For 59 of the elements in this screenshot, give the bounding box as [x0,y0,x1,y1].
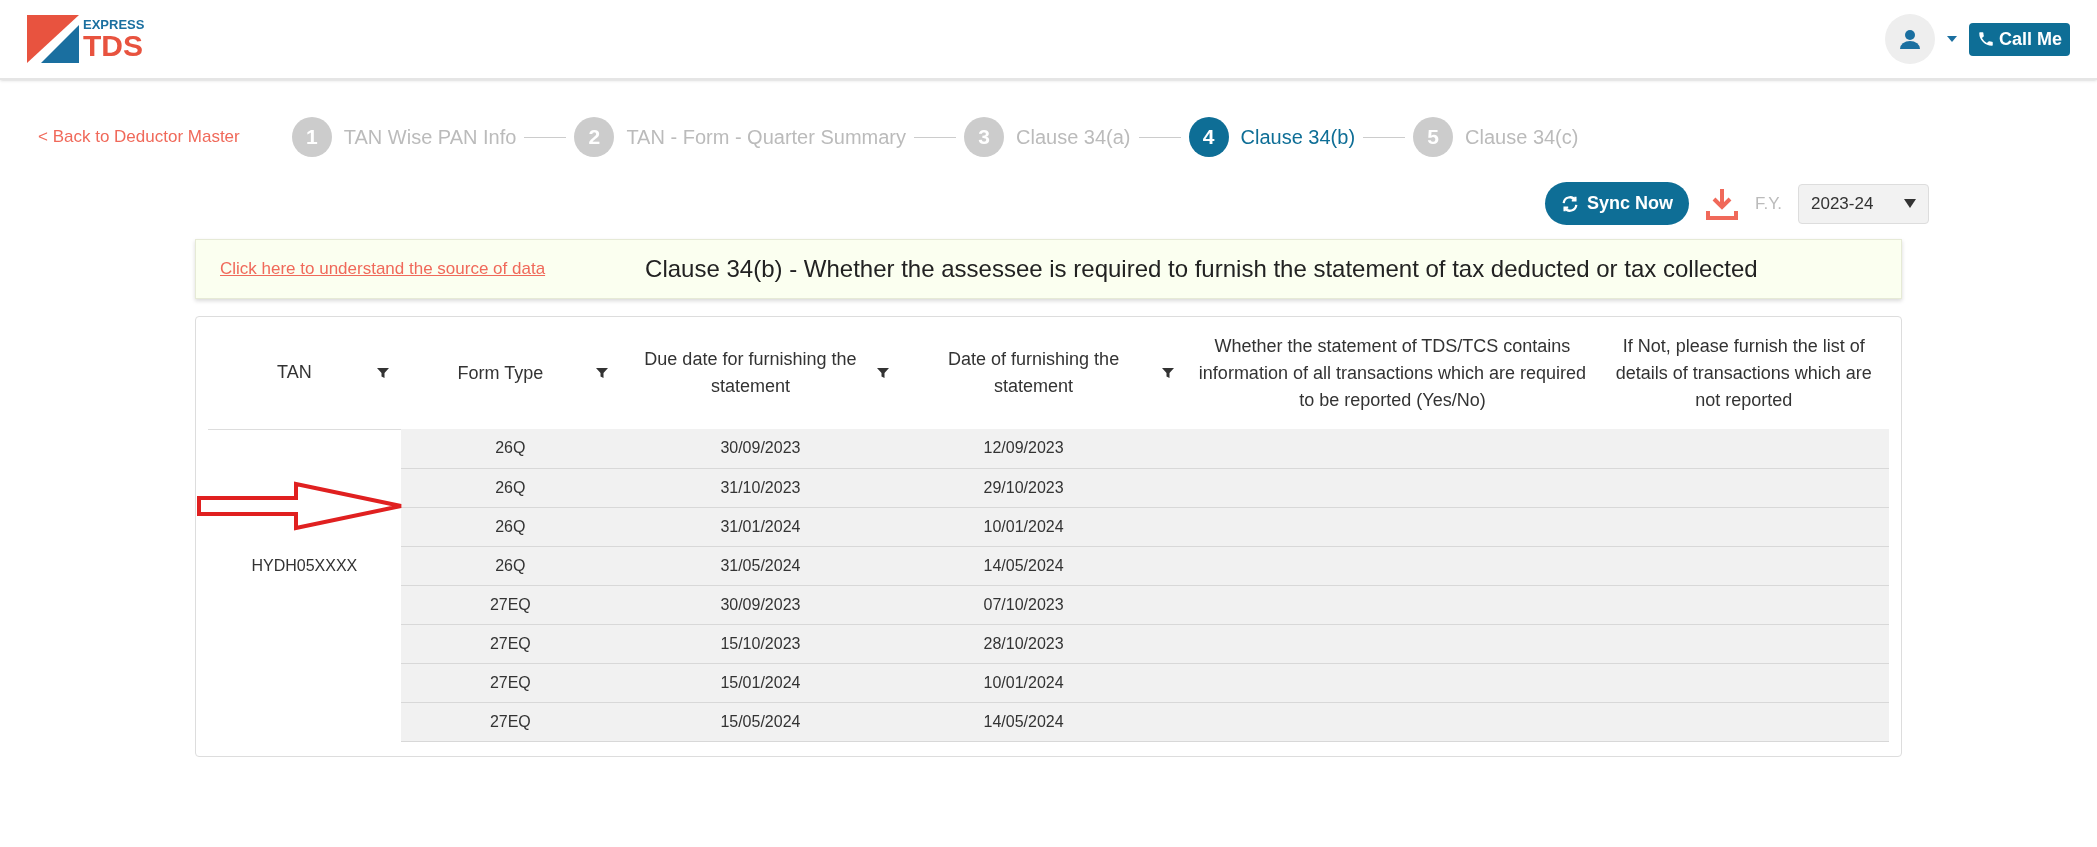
table-cell: HYDH05XXXX [251,556,358,574]
table-cell: 26Q [495,517,526,535]
table-cell: 31/10/2023 [720,478,801,496]
step-label: Clause 34(a) [1016,125,1131,150]
phone-icon [1976,30,1995,48]
step-label: TAN - Form - Quarter Summary [626,125,907,150]
table-cell: 15/05/2024 [720,712,801,730]
table-cell: 14/05/2024 [983,556,1064,574]
sync-now-button[interactable]: Sync Now [1544,182,1689,225]
table-cell: 15/10/2023 [720,634,801,652]
logo-icon [27,15,79,63]
caret-icon [1904,199,1916,208]
user-icon [1899,29,1920,49]
table-cell: 30/09/2023 [720,595,801,613]
logo-text: TDS [83,30,143,61]
table-cell: 07/10/2023 [983,595,1064,613]
download-icon[interactable] [1704,186,1739,221]
filter-icon[interactable] [596,367,609,379]
table-cell: 14/05/2024 [983,712,1064,730]
column-header: Form Type [456,361,545,385]
back-link[interactable]: < Back to Deductor Master [38,124,240,150]
table-cell: 27EQ [489,712,531,730]
table-cell: 26Q [495,439,526,457]
step-label: Clause 34(b) [1240,125,1356,150]
step-label: Clause 34(c) [1465,125,1579,150]
table-cell: 27EQ [489,595,531,613]
banner-title: Clause 34(b) - Whether the assessee is required to furnish the statement of tax deducted or tax collected [645,254,1758,284]
filter-icon[interactable] [376,366,389,379]
column-header: Date of furnishing the statement [947,348,1121,398]
fy-select[interactable]: 2023-24 [1798,183,1929,224]
table-cell: 10/01/2024 [983,673,1064,691]
call-me-button[interactable]: Call Me [1968,22,2070,56]
column-header: Due date for furnishing the statement [643,348,858,398]
logo-text: EXPRESS [83,17,145,31]
table-cell: 28/10/2023 [983,634,1064,652]
table-cell: 27EQ [489,634,531,652]
table-cell: 27EQ [489,673,531,691]
table-cell: 10/01/2024 [983,517,1064,535]
table-cell: 30/09/2023 [720,439,801,457]
fy-label: F.Y. [1754,192,1782,215]
table-cell: 31/05/2024 [720,556,801,574]
table-cell: 26Q [495,556,526,574]
source-link[interactable]: Click here to understand the source of data [220,256,546,282]
table-cell: 31/01/2024 [720,517,801,535]
table-cell: 29/10/2023 [983,478,1064,496]
filter-icon[interactable] [1162,367,1175,379]
table-cell: 26Q [495,478,526,496]
step-label: TAN Wise PAN Info [343,125,517,150]
step-number: 4 [1188,117,1229,157]
avatar[interactable] [1884,14,1935,64]
filter-icon[interactable] [876,367,889,379]
column-header: TAN [276,361,313,385]
caret-icon[interactable] [1946,36,1957,42]
step-tab[interactable]: 4 Clause 34(b) [1188,117,1356,157]
column-header: Whether the statement of TDS/TCS contains information of all transactions which are required to be reported (Yes/No) [1198,334,1587,412]
sync-icon [1560,194,1579,213]
table-cell: 12/09/2023 [983,439,1064,457]
column-header: If Not, please furnish the list of details of transactions which are not reported [1614,334,1873,412]
table-cell: 15/01/2024 [720,673,801,691]
